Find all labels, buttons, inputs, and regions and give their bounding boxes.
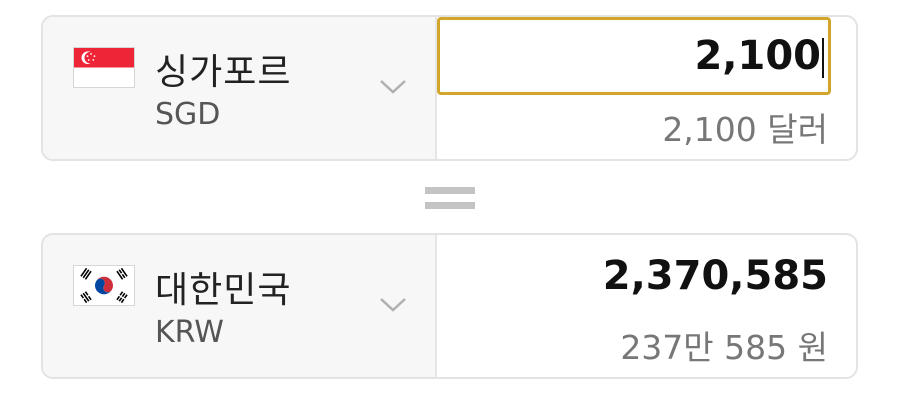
to-amount-words: 237만 585 원 — [620, 328, 828, 367]
equals-icon — [425, 187, 475, 211]
singapore-flag-icon — [73, 47, 135, 88]
to-currency-code: KRW — [155, 315, 224, 350]
to-amount-pane[interactable]: 2,370,585 237만 585 원 — [437, 235, 856, 377]
to-currency-selector[interactable]: 대한민국 KRW — [43, 235, 437, 377]
south-korea-flag-icon — [73, 265, 135, 306]
from-amount-value: 2,100 — [694, 33, 821, 79]
to-country-name: 대한민국 — [155, 270, 292, 311]
text-caret — [822, 38, 824, 78]
to-currency-card: 대한민국 KRW 2,370,585 237만 585 원 — [41, 233, 858, 379]
from-amount-words: 2,100 달러 — [662, 110, 828, 149]
chevron-down-icon — [378, 295, 408, 315]
from-country-name: 싱가포르 — [155, 52, 292, 93]
from-currency-card: 싱가포르 SGD 2,100 2,100 달러 — [41, 15, 858, 161]
from-amount-pane: 2,100 2,100 달러 — [437, 17, 856, 159]
from-amount-input[interactable]: 2,100 — [437, 17, 831, 95]
chevron-down-icon — [378, 77, 408, 97]
from-currency-selector[interactable]: 싱가포르 SGD — [43, 17, 437, 159]
from-currency-code: SGD — [155, 97, 221, 132]
to-amount-value: 2,370,585 — [602, 253, 828, 299]
